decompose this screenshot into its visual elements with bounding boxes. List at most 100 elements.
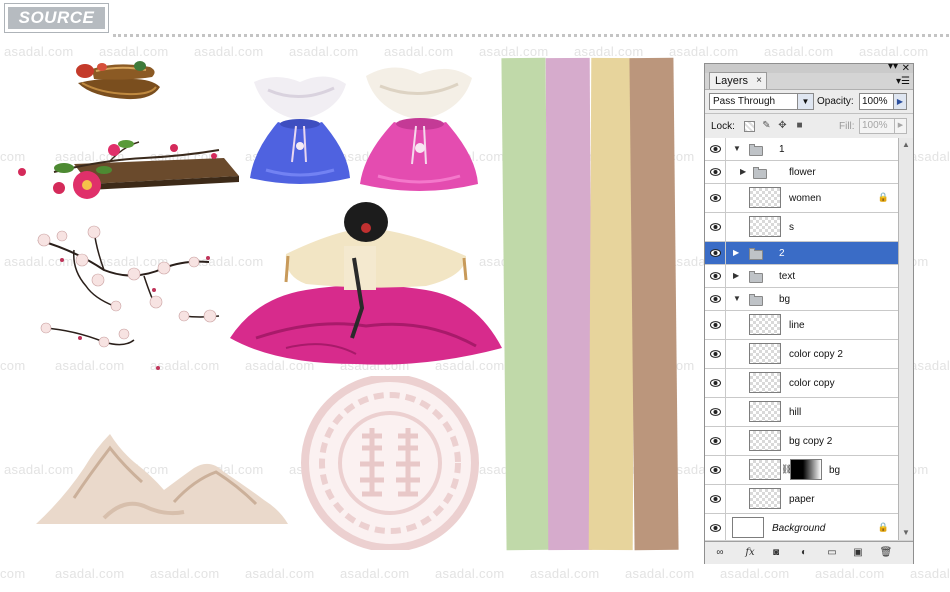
layer-row-line[interactable]: line (705, 311, 898, 340)
watermark-text: asadal.com (194, 44, 264, 59)
visibility-eye-icon[interactable] (705, 184, 726, 212)
layer-thumbnail (732, 517, 764, 538)
folder-icon (749, 143, 763, 156)
opacity-label: Opacity: (817, 96, 854, 107)
watermark-text: asadal.com (859, 44, 929, 59)
link-icon[interactable]: ∞ (713, 546, 727, 559)
layer-name: color copy (789, 377, 835, 389)
panel-menu-icon[interactable]: ▾☰ (896, 76, 910, 87)
visibility-eye-icon[interactable] (705, 485, 726, 513)
visibility-eye-icon[interactable] (705, 242, 726, 264)
color-strip-lilac (545, 57, 593, 551)
lock-icon: 🔒 (877, 521, 889, 532)
lock-all-icon[interactable]: ■ (794, 120, 805, 131)
layers-bottom-toolbar: ∞ fx ◙ ◐ ▭ ▣ 🗑 (705, 541, 913, 564)
layer-row-1[interactable]: ▼ 1 (705, 138, 898, 161)
layer-row-s[interactable]: s (705, 213, 898, 242)
opacity-field[interactable]: 100% ▶ (859, 93, 907, 110)
expand-triangle-icon[interactable]: ▶ (733, 271, 739, 280)
lock-move-icon[interactable]: ✥ (777, 120, 788, 131)
expand-triangle-icon[interactable]: ▶ (733, 248, 739, 257)
layer-thumbnail (749, 343, 781, 364)
visibility-eye-icon[interactable] (705, 398, 726, 426)
layer-row-2[interactable]: ▶ 2 (705, 242, 898, 265)
watermark-text: asadal.com (384, 44, 454, 59)
layer-row-text[interactable]: ▶ text (705, 265, 898, 288)
fill-field[interactable]: 100% ▶ (859, 118, 907, 134)
watermark-text: asadal.com (245, 566, 315, 581)
layer-row-background[interactable]: Background 🔒 (705, 514, 898, 540)
visibility-eye-icon[interactable] (705, 265, 726, 287)
visibility-eye-icon[interactable] (705, 514, 726, 540)
watermark-text: asadal.com (289, 44, 359, 59)
mountain-ink-image (36, 434, 288, 524)
minimize-icon[interactable]: ▾▾ (888, 61, 898, 72)
layer-row-flower[interactable]: ▶ flower (705, 161, 898, 184)
layer-row-bg[interactable]: ▼ bg (705, 288, 898, 311)
visibility-eye-icon[interactable] (705, 138, 726, 160)
tab-layers[interactable]: Layers × (709, 72, 767, 89)
watermark-text: asadal.com (625, 566, 695, 581)
lock-transparent-icon[interactable] (744, 121, 755, 132)
collapse-triangle-icon[interactable]: ▼ (733, 294, 741, 303)
watermark-text: asadal.com (910, 566, 950, 581)
adjustment-icon[interactable]: ◐ (797, 546, 811, 559)
scroll-down-icon[interactable]: ▼ (899, 526, 913, 540)
new-layer-icon[interactable]: ▣ (851, 546, 865, 559)
layer-list-scrollbar[interactable]: ▲ ▼ (898, 138, 913, 540)
folder-icon (753, 166, 767, 179)
camellia-branch-image (18, 140, 239, 199)
close-icon[interactable]: ✕ (902, 63, 910, 74)
new-group-icon[interactable]: ▭ (825, 546, 839, 559)
layer-thumbnail (749, 216, 781, 237)
visibility-eye-icon[interactable] (705, 456, 726, 484)
visibility-eye-icon[interactable] (705, 213, 726, 241)
layer-row-bg-copy-2[interactable]: bg copy 2 (705, 427, 898, 456)
layer-name: women (789, 192, 822, 204)
expand-triangle-icon[interactable]: ▶ (740, 167, 746, 176)
visibility-eye-icon[interactable] (705, 340, 726, 368)
lock-paint-brush-icon[interactable]: ✎ (761, 120, 772, 131)
trash-icon[interactable]: 🗑 (879, 546, 893, 559)
chevron-down-icon[interactable]: ▼ (797, 94, 813, 109)
collapse-triangle-icon[interactable]: ▼ (733, 144, 741, 153)
tab-layers-label: Layers (715, 75, 749, 87)
layer-thumbnail (749, 488, 781, 509)
folder-icon (749, 270, 763, 283)
layer-name: bg (829, 464, 841, 476)
visibility-eye-icon[interactable] (705, 427, 726, 455)
plum-blossom-image (37, 225, 220, 370)
visibility-eye-icon[interactable] (705, 288, 726, 310)
visibility-eye-icon[interactable] (705, 161, 726, 183)
watermark-text: asadal.com (910, 358, 950, 373)
bowing-woman-hanbok-image (230, 202, 502, 365)
visibility-eye-icon[interactable] (705, 369, 726, 397)
lock-label: Lock: (711, 121, 735, 132)
opacity-slider-arrow-icon[interactable]: ▶ (893, 94, 906, 109)
blue-pouch-image (250, 76, 350, 184)
layers-panel: ▾▾ ✕ Layers × ▾☰ Pass Through ▼ Opacity:… (704, 61, 914, 564)
fill-slider-arrow-icon[interactable]: ▶ (894, 119, 906, 133)
straw-shoes-image (76, 61, 160, 100)
scroll-up-icon[interactable]: ▲ (899, 138, 913, 152)
layer-row-women[interactable]: women 🔒 (705, 184, 898, 213)
visibility-eye-icon[interactable] (705, 311, 726, 339)
layer-name: 2 (779, 247, 785, 259)
layer-row-bg[interactable]: ⛓ bg (705, 456, 898, 485)
layer-row-paper[interactable]: paper (705, 485, 898, 514)
tab-close-icon[interactable]: × (756, 73, 762, 89)
watermark-text: com (0, 566, 26, 581)
layer-name: 1 (779, 143, 785, 155)
watermark-text: com (0, 358, 26, 373)
blend-mode-select[interactable]: Pass Through ▼ (709, 93, 814, 110)
fx-icon[interactable]: fx (743, 546, 757, 559)
mask-icon[interactable]: ◙ (769, 546, 783, 559)
watermark-text: asadal.com (720, 566, 790, 581)
layer-name: flower (789, 166, 816, 178)
layer-row-hill[interactable]: hill (705, 398, 898, 427)
layer-row-color-copy[interactable]: color copy (705, 369, 898, 398)
layer-row-color-copy-2[interactable]: color copy 2 (705, 340, 898, 369)
layer-name: Background (772, 522, 826, 534)
blend-mode-value: Pass Through (713, 96, 776, 107)
color-strip-brown (629, 57, 679, 551)
